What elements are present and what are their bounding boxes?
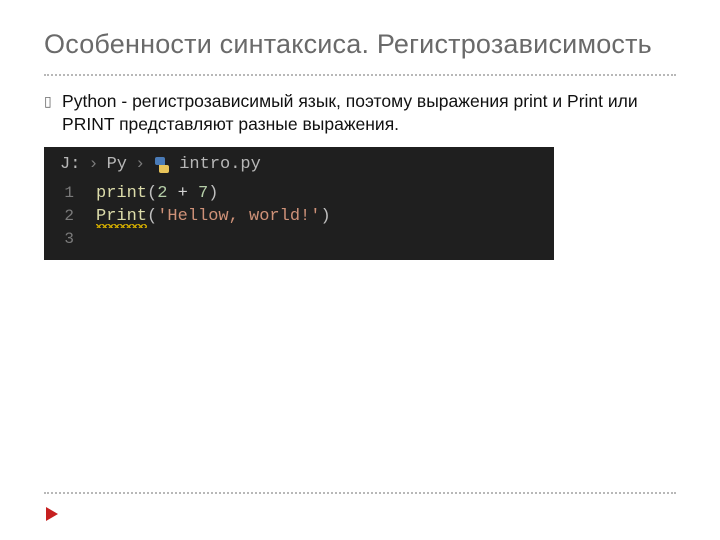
line-number: 3 — [44, 230, 96, 248]
python-file-icon — [153, 157, 171, 173]
code-line: 2 Print('Hellow, world!') — [44, 205, 554, 228]
slide-title: Особенности синтаксиса. Регистрозависимо… — [44, 28, 676, 62]
bullet-item: ▯ Python - регистрозависимый язык, поэто… — [44, 90, 676, 137]
title-divider — [44, 74, 676, 76]
breadcrumb-sep-1: › — [88, 155, 98, 174]
code-line: 1 print(2 + 7) — [44, 182, 554, 205]
breadcrumb-file: intro.py — [179, 155, 261, 174]
code-content: Print('Hellow, world!') — [96, 207, 331, 226]
line-number: 1 — [44, 184, 96, 202]
bottom-divider — [44, 492, 676, 494]
breadcrumb-sep-2: › — [135, 155, 145, 174]
breadcrumb-drive: J: — [60, 155, 80, 174]
code-editor: J: › Py › intro.py 1 print(2 + 7) 2 Prin… — [44, 147, 554, 260]
code-line: 3 — [44, 228, 554, 250]
bullet-marker: ▯ — [44, 90, 52, 112]
breadcrumb: J: › Py › intro.py — [44, 147, 554, 180]
body-text: Python - регистрозависимый язык, поэтому… — [62, 90, 676, 137]
code-block: 1 print(2 + 7) 2 Print('Hellow, world!')… — [44, 180, 554, 260]
breadcrumb-folder: Py — [107, 155, 127, 174]
code-content: print(2 + 7) — [96, 184, 218, 203]
next-slide-icon — [44, 506, 60, 522]
line-number: 2 — [44, 207, 96, 225]
